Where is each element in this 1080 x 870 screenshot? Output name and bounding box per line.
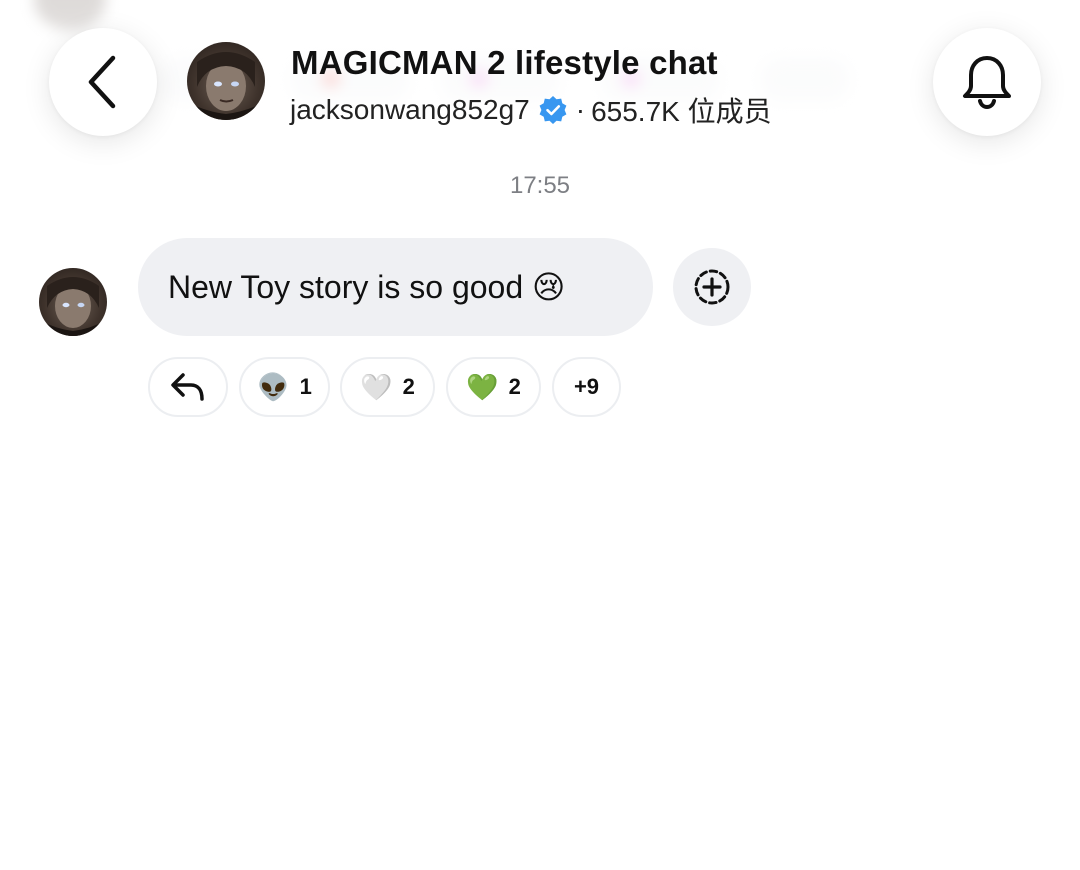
sender-avatar[interactable]: [39, 268, 107, 336]
reaction-emoji: 👽: [257, 371, 290, 402]
notification-button[interactable]: [933, 28, 1041, 136]
bell-icon: [963, 56, 1011, 110]
reaction-chip[interactable]: 💚 2: [446, 357, 541, 417]
reply-arrow-icon: [171, 373, 204, 401]
reply-button[interactable]: [148, 357, 228, 417]
more-reactions-button[interactable]: +9: [552, 357, 621, 417]
reaction-chip[interactable]: 🤍 2: [340, 357, 435, 417]
reaction-emoji: 💚: [466, 371, 499, 402]
message-text: New Toy story is so good 😢: [168, 269, 566, 305]
group-avatar[interactable]: [187, 42, 265, 120]
chevron-left-icon: [88, 55, 116, 109]
chat-subtitle[interactable]: jacksonwang852g7 · 655.7K 位成员: [290, 90, 772, 130]
add-reaction-button[interactable]: [673, 248, 751, 326]
portrait-image: [187, 52, 265, 120]
message-bubble[interactable]: New Toy story is so good 😢: [138, 238, 653, 336]
portrait-image: [39, 277, 107, 336]
add-reaction-icon: [694, 269, 730, 305]
reaction-emoji: 🤍: [360, 371, 393, 402]
reaction-count: 1: [299, 374, 312, 399]
owner-username[interactable]: jacksonwang852g7: [290, 94, 530, 126]
more-reactions-count: +9: [573, 374, 600, 399]
subtitle-separator: ·: [575, 94, 586, 125]
back-button[interactable]: [49, 28, 157, 136]
reaction-count: 2: [402, 374, 415, 399]
chat-screen: MAGICMAN 2 lifestyle chat jacksonwang852…: [0, 0, 1080, 870]
chat-title[interactable]: MAGICMAN 2 lifestyle chat: [291, 44, 718, 82]
message-timestamp: 17:55: [509, 172, 571, 199]
member-count: 655.7K 位成员: [591, 96, 772, 127]
reaction-chip[interactable]: 👽 1: [239, 357, 330, 417]
reaction-count: 2: [508, 374, 521, 399]
verified-badge-icon: [539, 96, 567, 124]
